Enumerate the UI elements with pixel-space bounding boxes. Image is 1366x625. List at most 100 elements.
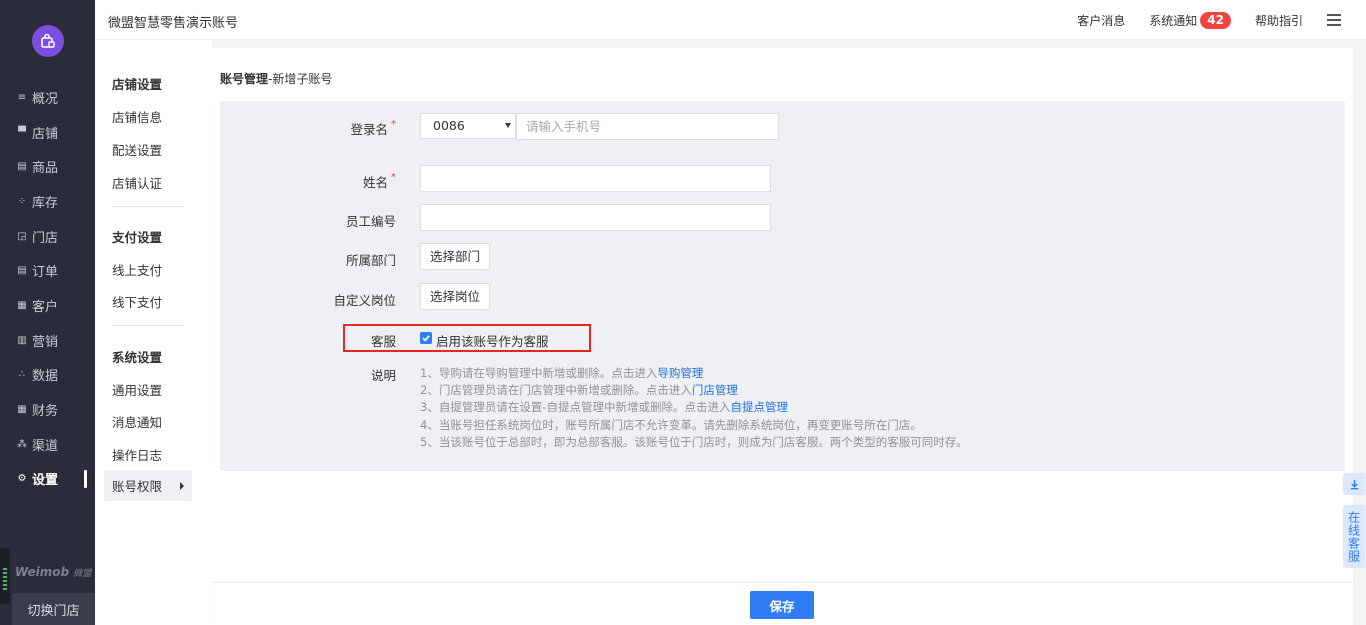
- nav-item-7[interactable]: ▥ 营销: [0, 323, 95, 358]
- nav-item-8[interactable]: ∴ 数据: [0, 358, 95, 393]
- nav-item-6[interactable]: ▦ 客户: [0, 288, 95, 323]
- finance-icon: ▦: [17, 404, 27, 416]
- nav-item-0[interactable]: ≡ 概况: [0, 80, 95, 115]
- pickup-manage-link[interactable]: 自提点管理: [730, 400, 788, 414]
- notes-label: 说明: [370, 368, 396, 383]
- check-icon: [422, 335, 430, 342]
- submenu-divider: [112, 206, 184, 207]
- login-name-label-text: 登录名: [350, 122, 388, 137]
- nav-item-label: 营销: [32, 334, 59, 350]
- system-notice-link[interactable]: 系统通知 42: [1149, 11, 1231, 29]
- main-sidebar: ≡ 概况 ▀ 店铺 ▤ 商品 ⁘ 库存 ◲ 门店 ▤ 订单 ▦ 客户 ▥ 营销 ∴ 数据 ▦ 财务 ⁂ 渠道 ⚙ 设置 Wei…: [0, 0, 95, 625]
- settings-icon: ⚙: [17, 473, 27, 485]
- note-1: 1、导购请在导购管理中新增或删除。点击进入: [420, 366, 658, 380]
- nav-item-5[interactable]: ▤ 订单: [0, 253, 95, 288]
- main-content: 账号管理-新增子账号 登录名* 0086 姓名* 员工编号 所属部门 选择部门 …: [212, 40, 1366, 625]
- nav-item-label: 门店: [32, 230, 59, 246]
- system-notice-label: 系统通知: [1149, 13, 1198, 28]
- note-line: 3、自提管理员请在设置-自提点管理中新增或删除。点击进入自提点管理: [420, 399, 968, 416]
- department-label: 所属部门: [345, 253, 396, 268]
- submenu-group-system: 系统设置: [112, 350, 163, 365]
- employee-id-input[interactable]: [420, 204, 771, 231]
- note-2: 2、门店管理员请在门店管理中新增或删除。点击进入: [420, 383, 692, 398]
- online-service-button[interactable]: 在线客服: [1343, 505, 1365, 568]
- nav-item-label: 渠道: [32, 438, 59, 454]
- submenu-item-store-info[interactable]: 店铺信息: [112, 107, 162, 126]
- customer-message-label: 客户消息: [1077, 13, 1126, 28]
- submenu-item-op-log[interactable]: 操作日志: [112, 445, 162, 464]
- name-label: 姓名 *: [362, 172, 396, 190]
- select-post-button[interactable]: 选择岗位: [420, 283, 491, 310]
- brand-name: Weimob: [15, 565, 70, 579]
- breadcrumb: 账号管理-新增子账号: [220, 70, 332, 87]
- data-icon: ∴: [18, 369, 26, 381]
- switch-store-button[interactable]: 切换门店: [12, 593, 95, 625]
- shop-icon: ◲: [17, 230, 27, 242]
- name-input[interactable]: [420, 165, 771, 192]
- submenu-divider: [112, 325, 184, 326]
- order-icon: ▤: [17, 265, 27, 277]
- help-guide-label: 帮助指引: [1254, 13, 1303, 28]
- notice-count-badge: 42: [1200, 11, 1231, 29]
- menu-icon[interactable]: [1327, 14, 1341, 26]
- content-card: 账号管理-新增子账号 登录名* 0086 姓名* 员工编号 所属部门 选择部门 …: [212, 48, 1353, 625]
- submenu-item-general[interactable]: 通用设置: [112, 380, 162, 399]
- save-button[interactable]: 保存: [750, 591, 814, 619]
- main-nav-list: ≡ 概况 ▀ 店铺 ▤ 商品 ⁘ 库存 ◲ 门店 ▤ 订单 ▦ 客户 ▥ 营销 ∴ 数据 ▦ 财务 ⁂ 渠道 ⚙ 设置: [0, 80, 95, 496]
- app-logo-icon[interactable]: [32, 25, 64, 57]
- dropdown-arrow-icon: [505, 123, 511, 128]
- customer-service-label: 客服: [370, 334, 396, 349]
- customer-icon: ▦: [17, 299, 27, 311]
- help-guide-link[interactable]: 帮助指引: [1255, 12, 1303, 29]
- customer-service-checkbox[interactable]: [420, 332, 432, 344]
- country-code-select[interactable]: 0086: [420, 113, 516, 139]
- country-code-value: 0086: [433, 118, 465, 133]
- inventory-icon: ⁘: [17, 195, 27, 207]
- nav-item-label: 客户: [32, 299, 59, 315]
- nav-item-label: 店铺: [32, 126, 59, 142]
- goods-icon: ▤: [17, 161, 27, 173]
- submenu-group-store: 店铺设置: [112, 77, 163, 92]
- nav-item-3[interactable]: ⁘ 库存: [0, 184, 95, 219]
- online-service-label: 在线客服: [1346, 510, 1361, 563]
- nav-item-9[interactable]: ▦ 财务: [0, 392, 95, 427]
- overview-icon: ≡: [17, 91, 27, 103]
- note-3: 3、自提管理员请在设置-自提点管理中新增或删除。点击进入: [420, 400, 731, 415]
- submenu-item-delivery[interactable]: 配送设置: [112, 140, 162, 159]
- nav-item-4[interactable]: ◲ 门店: [0, 219, 95, 254]
- nav-item-11[interactable]: ⚙ 设置: [0, 462, 95, 497]
- note-line: 5、当该账号位于总部时，即为总部客服。该账号位于门店时，则成为门店客服。两个类型…: [420, 434, 968, 449]
- settings-submenu: 店铺设置 店铺信息 配送设置 店铺认证 支付设置 线上支付 线下支付 系统设置 …: [95, 40, 212, 625]
- guide-manage-link[interactable]: 导购管理: [657, 366, 703, 380]
- breadcrumb-sub: -新增子账号: [268, 72, 333, 86]
- account-form: 登录名* 0086 姓名* 员工编号 所属部门 选择部门 自定义岗位 选择岗位 …: [220, 101, 1345, 471]
- submenu-group-payment: 支付设置: [112, 230, 163, 245]
- phone-input[interactable]: [516, 113, 779, 140]
- nav-item-label: 数据: [32, 369, 59, 385]
- note-line: 2、门店管理员请在门店管理中新增或删除。点击进入门店管理: [420, 382, 968, 399]
- caret-right-icon: [180, 482, 184, 490]
- submenu-item-account-perm-label: 账号权限: [112, 479, 163, 494]
- nav-item-1[interactable]: ▀ 店铺: [0, 115, 95, 150]
- breadcrumb-main: 账号管理: [220, 72, 269, 86]
- app-title: 微盟智慧零售演示账号: [108, 16, 239, 31]
- submenu-item-msg-notice[interactable]: 消息通知: [112, 412, 162, 431]
- select-department-button[interactable]: 选择部门: [420, 243, 491, 270]
- employee-id-label: 员工编号: [345, 214, 396, 229]
- download-icon[interactable]: [1343, 473, 1365, 495]
- submenu-item-online-pay[interactable]: 线上支付: [112, 260, 162, 279]
- bottom-action-bar: 保存: [212, 582, 1353, 625]
- submenu-item-store-cert[interactable]: 店铺认证: [112, 173, 162, 192]
- marketing-icon: ▥: [17, 334, 27, 346]
- nav-item-10[interactable]: ⁂ 渠道: [0, 427, 95, 462]
- note-line: 1、导购请在导购管理中新增或删除。点击进入导购管理: [420, 365, 968, 382]
- store-icon: ▀: [18, 126, 26, 138]
- store-manage-link[interactable]: 门店管理: [692, 383, 738, 397]
- nav-item-2[interactable]: ▤ 商品: [0, 149, 95, 184]
- bag-icon: [41, 33, 55, 48]
- submenu-item-account-perm[interactable]: 账号权限: [104, 470, 192, 501]
- submenu-item-offline-pay[interactable]: 线下支付: [112, 292, 162, 311]
- customer-message-link[interactable]: 客户消息: [1077, 12, 1125, 29]
- login-name-label: 登录名 *: [350, 119, 396, 137]
- custom-post-label: 自定义岗位: [333, 293, 396, 308]
